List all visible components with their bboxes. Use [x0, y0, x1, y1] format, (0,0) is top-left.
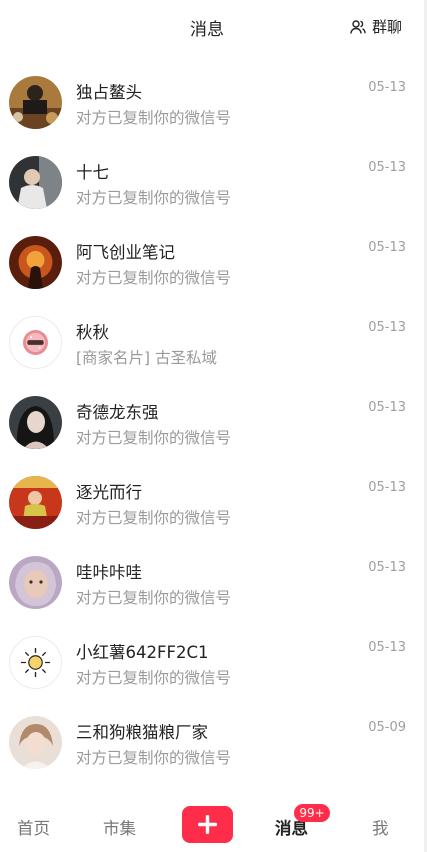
conversation-name: 三和狗粮猫粮厂家 — [76, 723, 208, 742]
conversation-item[interactable]: 独占鳌头 对方已复制你的微信号 05-13 — [0, 62, 427, 142]
conversation-item[interactable]: 三和狗粮猫粮厂家 对方已复制你的微信号 05-09 — [0, 702, 427, 782]
conversation-preview: 对方已复制你的微信号 — [76, 189, 232, 207]
avatar[interactable] — [9, 76, 62, 129]
conversation-time: 05-13 — [368, 160, 406, 175]
conversation-time: 05-13 — [368, 400, 406, 415]
conversation-preview: 对方已复制你的微信号 — [76, 749, 232, 767]
avatar[interactable] — [9, 636, 62, 689]
donut-icon — [22, 329, 49, 356]
conversation-preview: 对方已复制你的微信号 — [76, 509, 232, 527]
conversation-list[interactable]: 独占鳌头 对方已复制你的微信号 05-13 十七 对方已复制你的微信号 05-1… — [0, 62, 427, 796]
conversation-time: 05-13 — [368, 240, 406, 255]
publish-button[interactable] — [182, 806, 233, 843]
conversation-time: 05-13 — [368, 480, 406, 495]
group-chat-label: 群聊 — [371, 18, 402, 36]
conversation-item[interactable]: 秋秋 [商家名片] 古圣私域 05-13 — [0, 302, 427, 382]
conversation-item[interactable]: 十七 对方已复制你的微信号 05-13 — [0, 142, 427, 222]
conversation-item[interactable]: 逐光而行 对方已复制你的微信号 05-13 — [0, 462, 427, 542]
conversation-preview: 对方已复制你的微信号 — [76, 589, 232, 607]
avatar[interactable] — [9, 396, 62, 449]
avatar[interactable] — [9, 556, 62, 609]
conversation-name: 十七 — [76, 163, 109, 182]
conversation-preview: 对方已复制你的微信号 — [76, 669, 232, 687]
conversation-item[interactable]: 小红薯642FF2C1 对方已复制你的微信号 05-13 — [0, 622, 427, 702]
sun-icon — [20, 647, 51, 678]
conversation-time: 05-13 — [368, 80, 406, 95]
conversation-preview: 对方已复制你的微信号 — [76, 429, 232, 447]
messages-badge: 99+ — [294, 804, 330, 822]
tab-home[interactable]: 首页 — [17, 815, 50, 839]
group-chat-icon — [350, 19, 366, 34]
conversation-preview: 对方已复制你的微信号 — [76, 269, 232, 287]
conversation-name: 秋秋 — [76, 323, 109, 342]
conversation-name: 逐光而行 — [76, 483, 142, 502]
group-chat-button[interactable]: 群聊 — [350, 16, 402, 37]
avatar[interactable] — [9, 716, 62, 769]
tab-market[interactable]: 市集 — [103, 815, 136, 839]
conversation-preview: 对方已复制你的微信号 — [76, 109, 232, 127]
conversation-name: 小红薯642FF2C1 — [76, 643, 209, 662]
conversation-name: 奇德龙东强 — [76, 403, 159, 422]
conversation-time: 05-13 — [368, 640, 406, 655]
avatar[interactable] — [9, 156, 62, 209]
avatar[interactable] — [9, 316, 62, 369]
bottom-tab-bar: 首页 市集 消息 99+ 我 — [0, 796, 427, 852]
avatar[interactable] — [9, 236, 62, 289]
plus-icon — [198, 815, 217, 834]
conversation-time: 05-13 — [368, 320, 406, 335]
conversation-item[interactable]: 阿飞创业笔记 对方已复制你的微信号 05-13 — [0, 222, 427, 302]
conversation-time: 05-13 — [368, 560, 406, 575]
conversation-name: 哇咔咔哇 — [76, 563, 142, 582]
conversation-time: 05-09 — [368, 720, 406, 735]
conversation-preview: [商家名片] 古圣私域 — [76, 349, 218, 367]
tab-me[interactable]: 我 — [372, 815, 389, 839]
conversation-name: 独占鳌头 — [76, 83, 142, 102]
header: 消息 群聊 — [0, 0, 427, 52]
avatar[interactable] — [9, 476, 62, 529]
conversation-item[interactable]: 奇德龙东强 对方已复制你的微信号 05-13 — [0, 382, 427, 462]
conversation-name: 阿飞创业笔记 — [76, 243, 175, 262]
conversation-item[interactable]: 哇咔咔哇 对方已复制你的微信号 05-13 — [0, 542, 427, 622]
